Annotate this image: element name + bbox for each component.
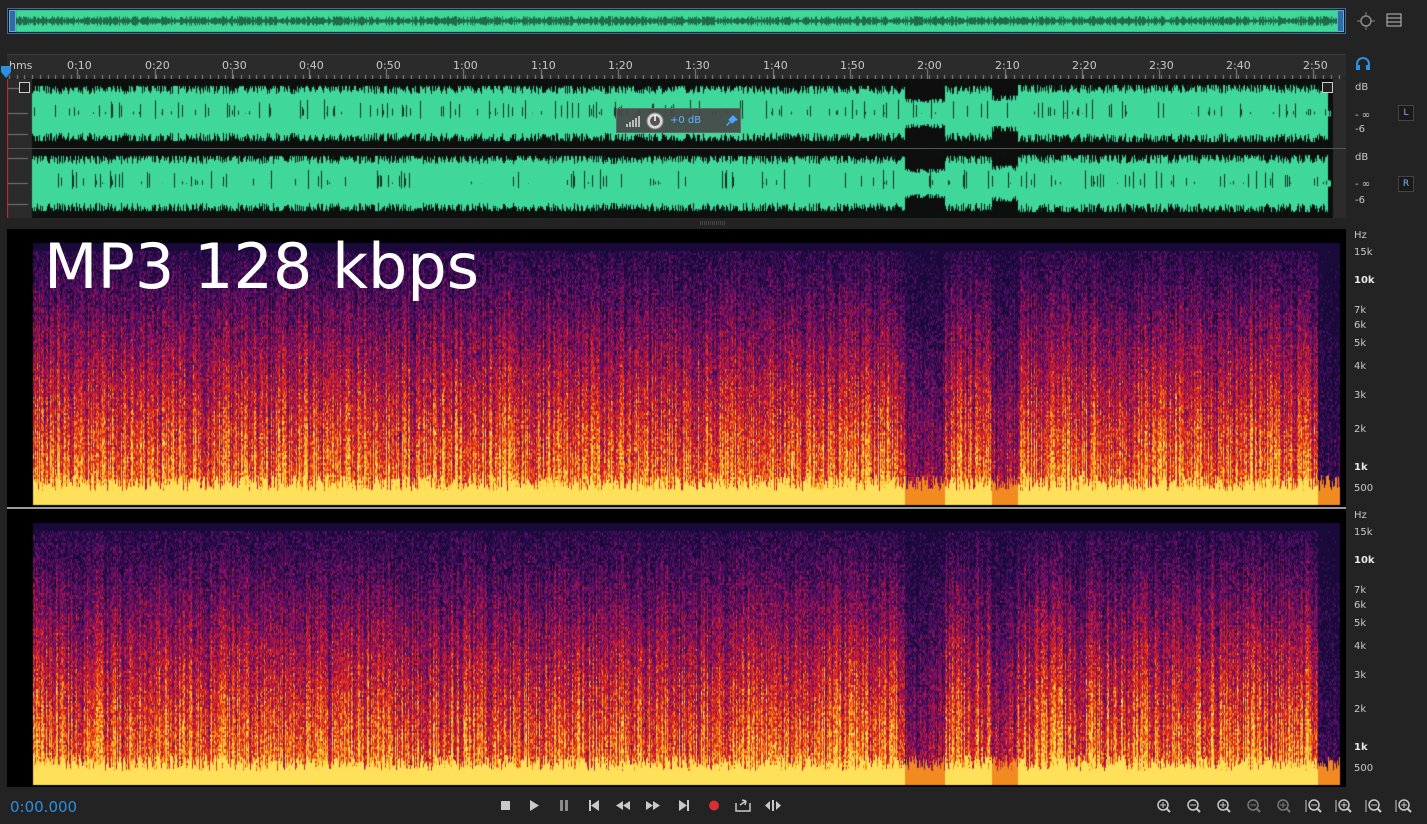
panel-splitter-handle[interactable]: [700, 221, 726, 225]
frequency-tick-label: 3k: [1354, 390, 1367, 401]
time-tick-label: 2:50: [1303, 59, 1328, 72]
frequency-unit-label: Hz: [1354, 230, 1367, 241]
time-tick-label: 0:10: [67, 59, 92, 72]
db-label-right-top: dB: [1355, 152, 1369, 163]
time-tick-label: 1:40: [763, 59, 788, 72]
overview-waveform-canvas: [8, 9, 1345, 33]
db-label-right-inf: - ∞: [1355, 179, 1371, 190]
amplitude-hud[interactable]: +0 dB: [616, 108, 741, 133]
panel-menu-icon[interactable]: [1386, 13, 1402, 27]
time-tick-label: 1:00: [453, 59, 478, 72]
frequency-tick-label: 500: [1354, 483, 1374, 494]
channel-divider: [7, 148, 1346, 149]
frequency-tick-label: 10k: [1354, 275, 1375, 286]
pin-icon[interactable]: [724, 114, 740, 128]
channel-left-toggle[interactable]: L: [1398, 105, 1414, 121]
skip-to-start-icon[interactable]: [585, 798, 603, 813]
zoom-out-full-icon[interactable]: [1273, 798, 1293, 814]
frequency-tick-label: 7k: [1354, 585, 1367, 596]
volume-knob-icon[interactable]: [646, 112, 664, 130]
time-tick-label: 2:30: [1149, 59, 1174, 72]
channel-right-toggle[interactable]: R: [1398, 176, 1414, 192]
skip-to-end-icon[interactable]: [675, 798, 693, 813]
fast-forward-icon[interactable]: [644, 798, 662, 813]
time-tick-label: 1:20: [608, 59, 633, 72]
frequency-tick-label: 7k: [1354, 305, 1367, 316]
frequency-tick-label: 2k: [1354, 704, 1367, 715]
fade-out-handle[interactable]: [1322, 82, 1333, 93]
frequency-tick-label: 6k: [1354, 320, 1367, 331]
frequency-tick-label: 4k: [1354, 361, 1367, 372]
amplitude-value[interactable]: +0 dB: [670, 115, 720, 126]
time-tick-label: 0:50: [376, 59, 401, 72]
frequency-tick-label: 5k: [1354, 618, 1367, 629]
time-tick-label: 2:20: [1072, 59, 1097, 72]
time-tick-label: 2:10: [995, 59, 1020, 72]
time-tick-label: 0:30: [222, 59, 247, 72]
time-ruler-ticks: [7, 55, 1346, 79]
overview-left-handle[interactable]: [9, 10, 16, 32]
db-label-left-inf: - ∞: [1355, 110, 1371, 121]
db-label-left-minus6: -6: [1355, 124, 1365, 135]
frequency-tick-label: 500: [1354, 763, 1374, 774]
time-tick-label: 0:40: [299, 59, 324, 72]
frequency-tick-label: 6k: [1354, 600, 1367, 611]
db-label-left-top: dB: [1355, 82, 1369, 93]
time-tick-label: 2:00: [917, 59, 942, 72]
audio-editor: hms 0:10 0:20 0:30 0:40 0:50 1:00 1:10 1:20 1:30…: [0, 0, 1427, 824]
time-ruler[interactable]: hms 0:10 0:20 0:30 0:40 0:50 1:00 1:10 1:20 1:30…: [7, 54, 1346, 79]
time-ruler-unit: hms: [9, 59, 33, 72]
overview-right-handle[interactable]: [1337, 10, 1344, 32]
record-icon[interactable]: [705, 798, 723, 813]
level-meter-icon: [626, 115, 640, 127]
spectral-display-right[interactable]: [7, 509, 1346, 787]
spectrogram-right-canvas: [7, 509, 1346, 787]
rewind-icon[interactable]: [614, 798, 632, 813]
zoom-out-amplitude-icon[interactable]: [1183, 798, 1203, 814]
fade-in-handle[interactable]: [19, 82, 30, 93]
frequency-tick-label: 1k: [1354, 742, 1368, 753]
loop-playback-icon[interactable]: [734, 798, 752, 813]
headphones-icon[interactable]: [1355, 57, 1371, 71]
playhead-marker-icon[interactable]: [1, 66, 11, 78]
skip-selection-icon[interactable]: [764, 798, 782, 813]
zoom-in-time-icon[interactable]: [1213, 798, 1233, 814]
frequency-tick-label: 3k: [1354, 670, 1367, 681]
zoom-in-point-icon[interactable]: [1304, 798, 1324, 814]
time-tick-label: 1:50: [840, 59, 865, 72]
frequency-tick-label: 15k: [1354, 527, 1373, 538]
db-label-right-minus6: -6: [1355, 195, 1365, 206]
frequency-unit-label: Hz: [1354, 510, 1367, 521]
frequency-tick-label: 1k: [1354, 462, 1368, 473]
zoom-navigator-icon[interactable]: [1356, 11, 1376, 31]
stop-icon[interactable]: [496, 798, 514, 813]
zoom-selection-icon[interactable]: [1364, 798, 1384, 814]
zoom-in-spectral-icon[interactable]: [1394, 798, 1414, 814]
time-tick-label: 1:10: [531, 59, 556, 72]
time-tick-label: 0:20: [145, 59, 170, 72]
frequency-tick-label: 15k: [1354, 247, 1373, 258]
zoom-out-time-icon[interactable]: [1243, 798, 1263, 814]
time-tick-label: 2:40: [1226, 59, 1251, 72]
play-icon[interactable]: [525, 798, 543, 813]
frequency-tick-label: 2k: [1354, 424, 1367, 435]
zoom-out-point-icon[interactable]: [1334, 798, 1354, 814]
current-time-display: 0:00.000: [10, 798, 78, 816]
frequency-tick-label: 5k: [1354, 338, 1367, 349]
zoom-in-amplitude-icon[interactable]: [1153, 798, 1173, 814]
frequency-tick-label: 10k: [1354, 555, 1375, 566]
overview-waveform[interactable]: [7, 8, 1346, 34]
pause-icon[interactable]: [555, 798, 573, 813]
time-tick-label: 1:30: [685, 59, 710, 72]
overlay-title: MP3 128 kbps: [44, 230, 479, 303]
frequency-tick-label: 4k: [1354, 641, 1367, 652]
